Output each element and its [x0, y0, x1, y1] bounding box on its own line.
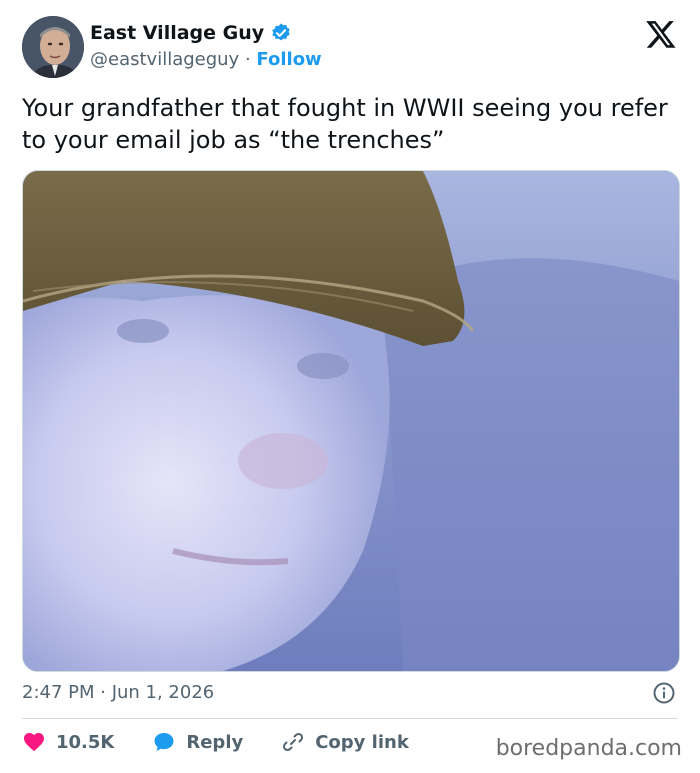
divider	[22, 718, 678, 719]
like-count: 10.5K	[56, 731, 115, 753]
verified-badge-icon	[272, 23, 290, 41]
x-logo-icon[interactable]	[644, 18, 678, 50]
copy-link-button[interactable]: Copy link	[281, 730, 409, 754]
watermark: boredpanda.com	[495, 736, 682, 761]
reply-label: Reply	[186, 731, 244, 753]
heart-icon	[24, 733, 44, 752]
info-icon[interactable]	[652, 681, 676, 705]
author-handle[interactable]: @eastvillageguy	[90, 49, 239, 70]
avatar[interactable]	[22, 16, 84, 78]
author-name-row: East Village Guy	[90, 22, 292, 44]
speech-bubble-icon	[154, 733, 174, 751]
author-handle-row: @eastvillageguy · Follow	[90, 49, 322, 70]
link-icon	[283, 732, 304, 752]
tweet-image[interactable]	[22, 170, 680, 672]
copy-link-label: Copy link	[315, 731, 409, 753]
handle-separator: ·	[244, 49, 251, 70]
tweet-card: East Village Guy @eastvillageguy · Follo…	[0, 0, 700, 773]
like-button[interactable]: 10.5K	[22, 730, 114, 754]
tweet-text: Your grandfather that fought in WWII see…	[22, 94, 668, 154]
tweet-timestamp[interactable]: 2:47 PM · Jun 1, 2026	[22, 682, 214, 703]
follow-button[interactable]: Follow	[256, 49, 321, 70]
tweet-actions: 10.5K Reply Copy link	[22, 730, 447, 754]
soldier-in-helmet-image	[23, 171, 679, 671]
reply-button[interactable]: Reply	[152, 730, 243, 754]
author-display-name[interactable]: East Village Guy	[90, 22, 264, 44]
